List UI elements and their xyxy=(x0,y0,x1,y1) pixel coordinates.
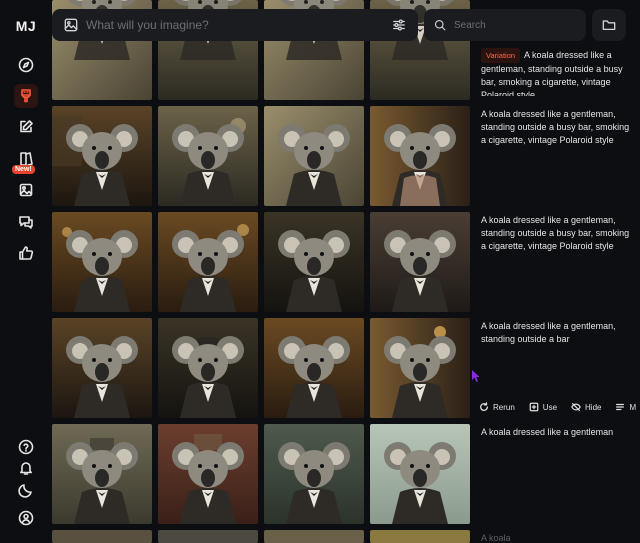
more-label: M xyxy=(629,402,637,412)
bell-icon xyxy=(20,462,32,475)
variation-tag: Variation xyxy=(481,48,521,63)
generated-image[interactable] xyxy=(264,106,364,206)
generated-image[interactable] xyxy=(158,106,258,206)
sidebar: MJ New! xyxy=(0,0,52,543)
chat-icon xyxy=(19,216,33,229)
generated-image[interactable] xyxy=(370,106,470,206)
folder-icon xyxy=(602,20,616,31)
notifications-button[interactable] xyxy=(14,456,38,480)
rerun-button[interactable]: Rerun xyxy=(479,402,515,412)
generated-image[interactable] xyxy=(370,424,470,524)
sidebar-item-create[interactable] xyxy=(14,84,38,108)
edit-icon xyxy=(20,120,33,133)
use-icon xyxy=(529,402,539,412)
settings-sliders-icon[interactable] xyxy=(392,18,406,32)
job-prompt[interactable]: Variation A koala dressed like a gentlema… xyxy=(481,48,631,96)
generated-image[interactable] xyxy=(52,530,152,543)
generated-image[interactable] xyxy=(158,424,258,524)
thumbs-up-icon xyxy=(19,246,34,260)
generated-image[interactable] xyxy=(370,318,470,418)
image-upload-icon[interactable] xyxy=(64,18,78,32)
job-actions: Rerun Use Hide M xyxy=(479,402,640,412)
theme-toggle[interactable] xyxy=(14,478,38,502)
folder-button[interactable] xyxy=(592,9,626,41)
generated-image[interactable] xyxy=(370,212,470,312)
generated-image[interactable] xyxy=(52,106,152,206)
generated-image[interactable] xyxy=(264,424,364,524)
use-button[interactable]: Use xyxy=(529,402,557,412)
job-prompt[interactable]: A koala dressed like a gentleman, standi… xyxy=(481,320,631,346)
job-prompt[interactable]: A koala xyxy=(481,532,631,543)
search-icon xyxy=(434,19,446,31)
generated-image[interactable] xyxy=(52,424,152,524)
job-prompt[interactable]: A koala dressed like a gentleman, standi… xyxy=(481,108,631,147)
help-icon xyxy=(18,439,34,455)
image-grid xyxy=(52,0,472,543)
search-bar xyxy=(424,9,586,41)
brush-icon xyxy=(21,89,31,103)
mouse-cursor-icon xyxy=(472,370,480,382)
image-icon xyxy=(19,183,33,197)
prompt-bar xyxy=(52,9,418,41)
rerun-label: Rerun xyxy=(493,402,515,412)
job-prompt[interactable]: A koala dressed like a gentleman, standi… xyxy=(481,214,631,253)
hide-button[interactable]: Hide xyxy=(571,402,601,412)
generated-image[interactable] xyxy=(52,318,152,418)
new-badge: New! xyxy=(12,165,35,174)
menu-icon xyxy=(616,403,625,411)
use-label: Use xyxy=(542,402,558,412)
generated-image[interactable] xyxy=(264,212,364,312)
hide-label: Hide xyxy=(585,402,602,412)
generated-image[interactable] xyxy=(158,318,258,418)
generated-image[interactable] xyxy=(158,530,258,543)
sidebar-item-edit[interactable] xyxy=(14,115,38,139)
generated-image[interactable] xyxy=(264,530,364,543)
sidebar-item-chat[interactable] xyxy=(14,210,38,234)
app-logo[interactable]: MJ xyxy=(0,18,52,34)
more-button[interactable]: M xyxy=(615,402,636,412)
sidebar-item-explore[interactable] xyxy=(14,53,38,77)
job-prompt[interactable]: A koala dressed like a gentleman xyxy=(481,426,631,439)
sidebar-item-rank[interactable] xyxy=(14,241,38,265)
generated-image[interactable] xyxy=(158,212,258,312)
profile-button[interactable] xyxy=(14,506,38,530)
eye-off-icon xyxy=(571,403,581,411)
generated-image[interactable] xyxy=(264,318,364,418)
rerun-icon xyxy=(480,402,488,411)
generated-image[interactable] xyxy=(52,212,152,312)
compass-icon xyxy=(18,57,34,73)
sidebar-item-organize[interactable] xyxy=(14,178,38,202)
search-input[interactable] xyxy=(454,19,586,31)
moon-icon xyxy=(18,484,32,498)
profile-icon xyxy=(18,510,34,526)
prompt-input[interactable] xyxy=(86,18,392,32)
generated-image[interactable] xyxy=(370,530,470,543)
